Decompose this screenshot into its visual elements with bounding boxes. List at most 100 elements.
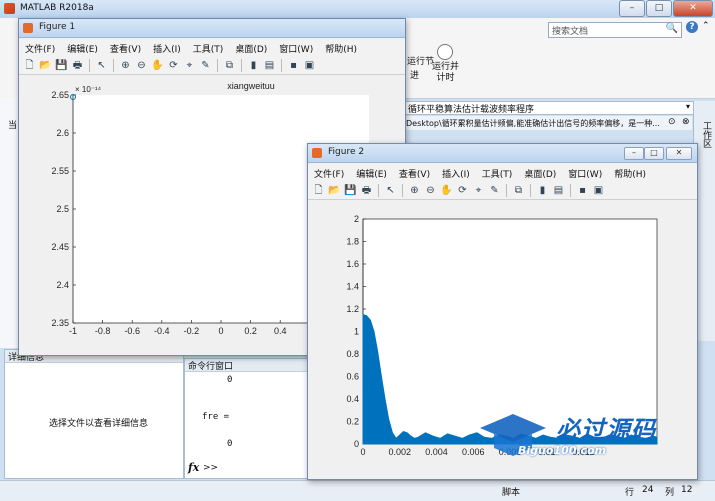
watermark-url: Biguo100.com [518,444,607,457]
menu-file[interactable]: 文件(F) [308,167,350,180]
zoom-in-icon[interactable]: ⊕ [119,59,132,72]
x-tick-label: -1 [69,326,77,336]
figure1-titlebar[interactable]: Figure 1 [19,19,405,38]
figure2-title: Figure 2 [328,147,365,157]
x-tick-label: -0.6 [124,326,140,336]
legend-icon[interactable]: ▤ [263,59,276,72]
status-row: 24 [642,485,654,495]
pin-icon[interactable]: ⊗ [682,117,690,127]
new-figure-icon[interactable]: 🗋 [312,184,325,197]
pan-icon[interactable]: ✋ [440,184,453,197]
new-figure-icon[interactable]: 🗋 [23,59,36,72]
link-icon[interactable]: ⧉ [223,59,236,72]
script-title-bar[interactable]: 循环平稳算法估计载波频率程序 ▾ [404,101,694,115]
menu-help[interactable]: 帮助(H) [319,42,363,55]
menu-insert[interactable]: 插入(I) [436,167,476,180]
menu-help[interactable]: 帮助(H) [608,167,652,180]
figure2-titlebar[interactable]: Figure 2 – □ ✕ [308,144,697,163]
maximize-button[interactable]: □ [646,0,672,17]
figure1-toolbar: 🗋 📂 💾 🖶 ↖ ⊕ ⊖ ✋ ⟳ ⌖ ✎ ⧉ ▮ ▤ ▪ ▣ [19,56,405,75]
menu-edit[interactable]: 编辑(E) [61,42,104,55]
datacursor-icon[interactable]: ⌖ [472,184,485,197]
expand-icon[interactable]: ⊙ [668,117,676,127]
run-section-label[interactable]: 运行节 [407,54,434,67]
print-icon[interactable]: 🖶 [71,59,84,72]
y-tick-label: 2.6 [56,128,69,138]
x-tick-label: 0.004 [425,447,448,457]
minimize-button[interactable]: – [619,0,645,17]
y-tick-label: 2.65 [51,90,69,100]
fx-icon[interactable]: fx [188,461,199,474]
print-icon[interactable]: 🖶 [360,184,373,197]
figure2-close-button[interactable]: ✕ [666,147,692,160]
colorbar-icon[interactable]: ▮ [536,184,549,197]
dropdown-icon[interactable]: ▾ [686,102,690,111]
hide-tools-icon[interactable]: ▪ [576,184,589,197]
figure-icon [312,148,322,158]
menu-tools[interactable]: 工具(T) [476,167,519,180]
search-box[interactable]: 搜索文档 🔍 [548,22,682,38]
command-output-line: 0 [227,439,233,449]
zoom-out-icon[interactable]: ⊖ [135,59,148,72]
toolbar-separator [217,58,218,72]
toolbar-separator [506,183,507,197]
save-icon[interactable]: 💾 [55,59,68,72]
rotate-icon[interactable]: ⟳ [456,184,469,197]
menu-tools[interactable]: 工具(T) [187,42,230,55]
link-icon[interactable]: ⧉ [512,184,525,197]
open-icon[interactable]: 📂 [328,184,341,197]
zoom-in-icon[interactable]: ⊕ [408,184,421,197]
left-letter: 当 [8,121,18,131]
show-tools-icon[interactable]: ▣ [303,59,316,72]
colorbar-icon[interactable]: ▮ [247,59,260,72]
legend-icon[interactable]: ▤ [552,184,565,197]
x-tick-label: 0.002 [388,447,411,457]
rotate-icon[interactable]: ⟳ [167,59,180,72]
datacursor-icon[interactable]: ⌖ [183,59,196,72]
open-icon[interactable]: 📂 [39,59,52,72]
help-icon[interactable]: ? [686,21,698,33]
toolbar-separator [570,183,571,197]
status-col-label: 列 [665,488,675,498]
hide-tools-icon[interactable]: ▪ [287,59,300,72]
menu-file[interactable]: 文件(F) [19,42,61,55]
command-prompt[interactable]: >> [203,463,218,473]
menu-desktop[interactable]: 桌面(D) [229,42,273,55]
ribbon-collapse-icon[interactable]: ⌃ [702,21,710,31]
brush-icon[interactable]: ✎ [199,59,212,72]
y-tick-label: 2.4 [56,280,69,290]
y-tick-label: 0.8 [346,349,359,359]
save-icon[interactable]: 💾 [344,184,357,197]
show-tools-icon[interactable]: ▣ [592,184,605,197]
figure2-maximize-button[interactable]: □ [644,147,664,160]
close-button[interactable]: ✕ [673,0,713,17]
figure2-minimize-button[interactable]: – [624,147,644,160]
x-tick-label: 0 [218,326,223,336]
x-tick-label: -0.2 [184,326,200,336]
y-tick-label: 1.2 [346,304,359,314]
search-icon[interactable]: 🔍 [666,23,678,34]
menu-insert[interactable]: 插入(I) [147,42,187,55]
menu-desktop[interactable]: 桌面(D) [518,167,562,180]
pointer-icon[interactable]: ↖ [95,59,108,72]
menu-window[interactable]: 窗口(W) [273,42,319,55]
run-time-icon[interactable] [437,44,453,60]
menu-view[interactable]: 查看(V) [393,167,436,180]
run-time-label[interactable]: 运行并 计时 [432,62,459,84]
figure-icon [23,23,33,33]
search-placeholder: 搜索文档 [552,27,589,37]
menu-edit[interactable]: 编辑(E) [350,167,393,180]
command-window[interactable]: 命令行窗口 0 fre = 0 fx >> [184,358,310,479]
advance-label[interactable]: 进 [410,68,419,81]
toolbar-separator [113,58,114,72]
x-tick-label: 0 [360,447,365,457]
toolbar-separator [530,183,531,197]
menu-window[interactable]: 窗口(W) [562,167,608,180]
pointer-icon[interactable]: ↖ [384,184,397,197]
pan-icon[interactable]: ✋ [151,59,164,72]
status-mode: 脚本 [502,488,521,498]
x-tick-label: 0.2 [244,326,257,336]
brush-icon[interactable]: ✎ [488,184,501,197]
menu-view[interactable]: 查看(V) [104,42,147,55]
zoom-out-icon[interactable]: ⊖ [424,184,437,197]
